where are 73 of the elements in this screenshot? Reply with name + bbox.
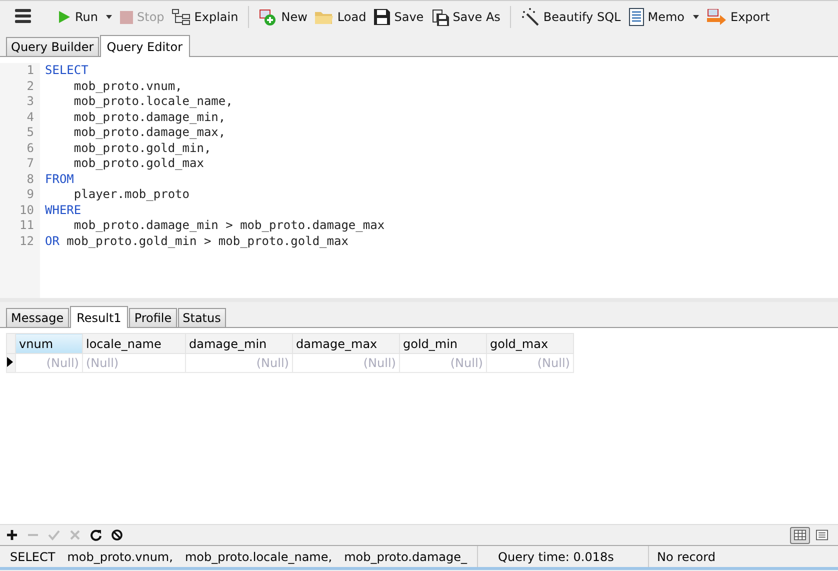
document-icon — [628, 8, 644, 26]
code-line: player.mob_proto — [72, 187, 190, 202]
line-number: 2 — [26, 78, 34, 94]
line-number: 7 — [26, 156, 34, 172]
toolbar-button[interactable]: Memo — [626, 5, 702, 29]
export-icon — [706, 8, 726, 26]
line-number: 10 — [18, 202, 34, 218]
stop-sign-icon[interactable] — [111, 529, 123, 541]
table-cell: (Null) — [16, 354, 82, 372]
toolbar-button[interactable]: Explain — [169, 5, 242, 29]
tab[interactable]: Profile — [129, 308, 177, 327]
toolbar-button[interactable]: New — [256, 5, 310, 29]
code-line: mob_proto.gold_max — [72, 156, 205, 172]
save-as-icon — [432, 8, 449, 26]
dropdown-caret-icon[interactable] — [692, 15, 698, 19]
code-line: mob_proto.gold_min, — [72, 140, 212, 156]
code-line: mob_proto.vnum, — [72, 78, 184, 94]
toolbar-button[interactable]: Export — [704, 5, 773, 29]
column-header[interactable]: gold_max — [486, 334, 574, 354]
tab[interactable]: Status — [178, 308, 226, 327]
code-line: FROM — [45, 172, 75, 187]
tree-icon — [172, 9, 190, 25]
tab[interactable]: Query Builder — [6, 37, 99, 56]
table-cell: (Null) — [400, 354, 486, 372]
toolbar-button[interactable]: Save — [371, 5, 427, 29]
menu-icon[interactable] — [14, 8, 32, 22]
table-cell: (Null) — [186, 354, 292, 372]
line-number: 8 — [26, 172, 34, 187]
line-number: 4 — [26, 110, 34, 125]
line-number: 5 — [26, 125, 34, 140]
code-line: SELECT — [45, 63, 90, 78]
code-line: mob_proto.damage_min, — [72, 110, 227, 125]
line-number: 1 — [26, 63, 34, 78]
code-line: OR mob_proto.gold_min > mob_proto.gold_max — [45, 234, 350, 249]
column-header[interactable]: locale_name — [82, 334, 186, 354]
table-cell: (Null) — [82, 354, 186, 372]
query-time: Query time: 0.018s — [498, 550, 614, 564]
code-line: mob_proto.damage_max, — [72, 125, 227, 140]
status-text: mob_proto.damage_ — [344, 550, 468, 564]
column-header[interactable]: damage_min — [186, 334, 292, 354]
code-line: mob_proto.locale_name, — [72, 94, 234, 110]
code-line: mob_proto.damage_min > mob_proto.damage_max — [72, 218, 385, 234]
add-icon[interactable] — [6, 529, 18, 541]
column-header[interactable]: gold_min — [400, 334, 486, 354]
line-number: 11 — [18, 218, 34, 234]
tab[interactable]: Result1 — [70, 306, 128, 328]
toolbar-button[interactable]: Load — [312, 5, 370, 29]
play-icon — [57, 10, 71, 24]
stop-icon — [120, 10, 134, 24]
record-count: No record — [657, 550, 716, 564]
column-header[interactable]: vnum — [16, 334, 82, 354]
grid-view-icon[interactable] — [790, 526, 810, 544]
toolbar-button[interactable]: Beautify SQL — [518, 5, 624, 29]
column-header[interactable]: damage_max — [292, 334, 400, 354]
toolbar-button[interactable]: Run — [54, 5, 116, 29]
magic-wand-icon — [521, 8, 540, 26]
line-number: 9 — [26, 187, 34, 202]
status-text: mob_proto.locale_name, — [184, 550, 332, 564]
tab[interactable]: Query Editor — [100, 35, 190, 57]
refresh-icon[interactable] — [90, 529, 102, 541]
table-cell: (Null) — [292, 354, 400, 372]
line-number: 12 — [18, 234, 34, 249]
line-number: 6 — [26, 140, 34, 156]
status-text: SELECT — [10, 550, 56, 564]
tab[interactable]: Message — [6, 308, 69, 327]
folder-icon — [315, 10, 334, 24]
table-cell: (Null) — [486, 354, 574, 372]
code-line: WHERE — [45, 202, 82, 218]
new-query-icon — [259, 8, 278, 26]
status-text: mob_proto.vnum, — [67, 550, 173, 564]
dropdown-caret-icon[interactable] — [106, 15, 112, 19]
line-number: 3 — [26, 94, 34, 110]
toolbar-button[interactable]: Save As — [428, 5, 504, 29]
